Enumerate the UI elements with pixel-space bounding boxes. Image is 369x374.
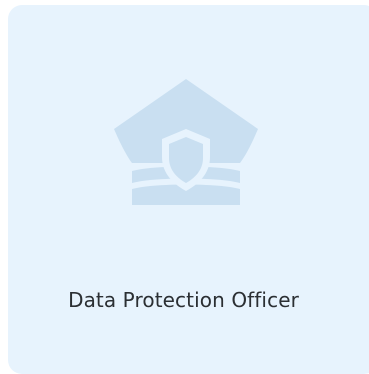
officer-cap-shield-icon xyxy=(106,77,266,209)
card-title: Data Protection Officer xyxy=(68,288,299,312)
role-card-data-protection-officer[interactable]: Data Protection Officer xyxy=(8,5,369,374)
